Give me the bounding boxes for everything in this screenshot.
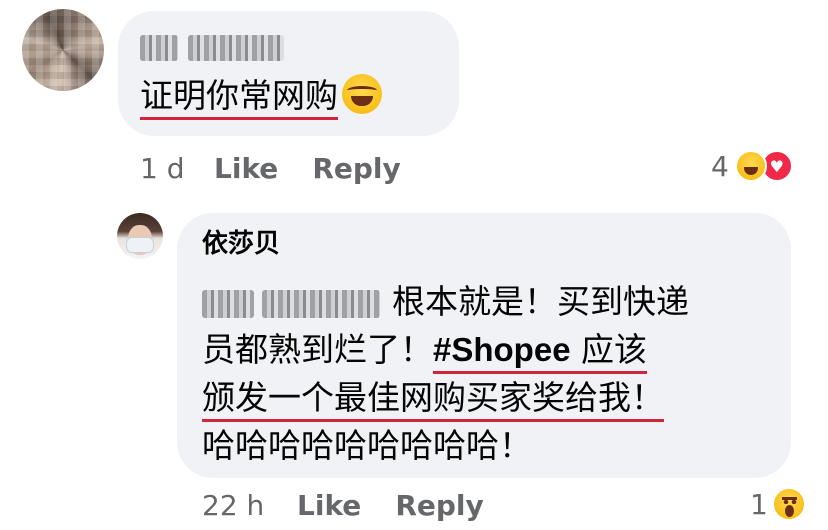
- wow-reaction-icon: [771, 487, 806, 521]
- comment-text-underlined: 证明你常网购: [140, 76, 338, 120]
- reply-line-2-tail: 应该: [570, 330, 648, 369]
- reaction-summary[interactable]: 1: [750, 485, 806, 523]
- like-button[interactable]: Like: [214, 152, 278, 185]
- shopee-hashtag-link[interactable]: #Shopee: [433, 331, 571, 368]
- comment-timestamp[interactable]: 1 d: [140, 152, 214, 185]
- mention-tag-blurred[interactable]: [202, 290, 380, 318]
- commenter-name-blurred[interactable]: [140, 33, 284, 63]
- reaction-count: 1: [750, 487, 768, 521]
- reaction-count: 4: [711, 149, 729, 183]
- commenter-avatar-blurred[interactable]: [22, 9, 104, 91]
- reply-button[interactable]: Reply: [312, 152, 400, 185]
- comment-text: 证明你常网购: [140, 74, 382, 120]
- reply-line-3: 颁发一个最佳网购买家奖给我！: [202, 378, 664, 422]
- comment-actions: 1 d Like Reply: [140, 150, 401, 186]
- laughing-tears-emoji-icon: [342, 74, 382, 114]
- reply-line-1: 根本就是！买到快递: [392, 282, 689, 321]
- reply-line-4: 哈哈哈哈哈哈哈哈哈！: [202, 426, 532, 465]
- like-button[interactable]: Like: [297, 489, 361, 522]
- haha-reaction-icon: [734, 150, 767, 182]
- reply-line-2: 员都熟到烂了！: [202, 330, 433, 369]
- reply-author-avatar[interactable]: [117, 213, 163, 259]
- reply-author-name[interactable]: 依莎贝: [202, 226, 280, 262]
- reply-timestamp[interactable]: 22 h: [202, 489, 297, 522]
- reply-text: 根本就是！买到快递 员都熟到烂了！#Shopee 应该 颁发一个最佳网购买家奖给…: [202, 278, 689, 470]
- reply-button[interactable]: Reply: [395, 489, 483, 522]
- reaction-summary[interactable]: 4 ♥: [711, 148, 793, 184]
- reply-actions: 22 h Like Reply: [202, 487, 484, 523]
